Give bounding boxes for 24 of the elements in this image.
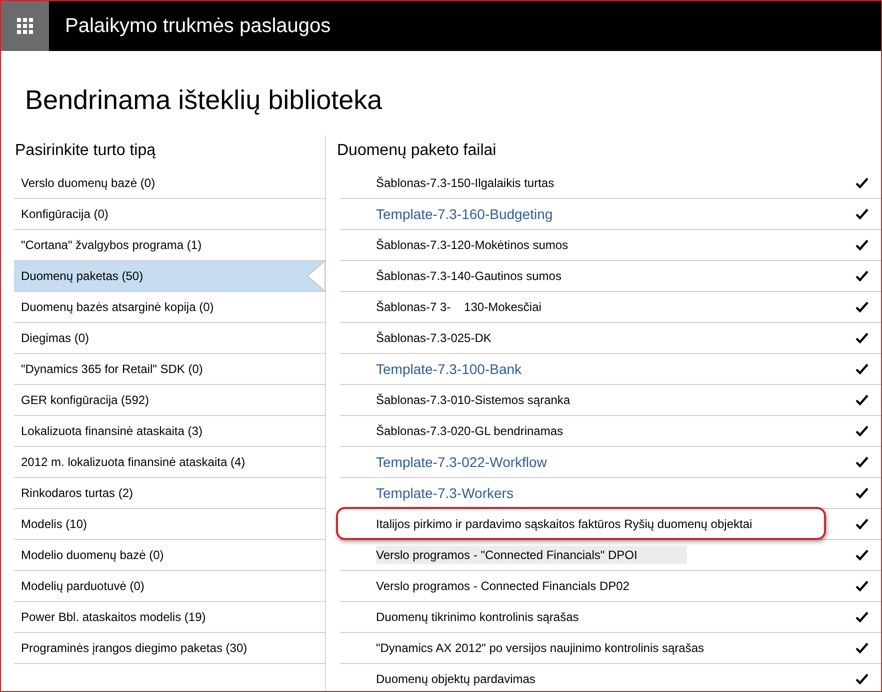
file-name: Italijos pirkimo ir pardavimo sąskaitos faktūros Ryšių duomenų objektai [376,516,752,533]
file-name: Duomenų tikrinimo kontrolinis sąrašas [376,609,579,626]
file-name: Šablonas-7.3-140-Gautinos sumos [376,268,562,285]
file-name: Šablonas-7.3-025-DK [376,330,492,347]
file-name: Šablonas-7.3-020-GL bendrinamas [376,423,564,440]
file-name: Verslo programos - "Connected Financials" DPOI [376,546,687,564]
file-name: Šablonas-7.3-120-Mokėtinos sumos [376,237,568,254]
file-link[interactable]: Template-7.3-100-Bank [376,360,522,378]
file-name: Šablonas-7.3-150-Ilgalaikis turtas [376,175,554,192]
file-name: "Dynamics AX 2012" po versijos naujinimo kontrolinis sąrašas [376,640,704,657]
page-title: Bendrinama išteklių biblioteka [25,84,382,116]
file-name: Verslo programos - Connected Financials DP02 [376,578,630,595]
file-name: Šablonas-7.3-010-Sistemos sąranka [376,392,570,409]
file-link[interactable]: Template-7.3-160-Budgeting [376,205,553,223]
package-files-heading: Duomenų paketo failai [337,141,496,161]
file-name: Šablonas-7 3- 130-Mokesčiai [376,299,542,316]
file-link[interactable]: Template-7.3-022-Workflow [376,453,547,471]
app-grid-icon [17,18,33,34]
file-link[interactable]: Template-7.3-Workers [376,484,514,502]
app-launcher-button[interactable] [1,1,49,51]
asset-type-heading: Pasirinkite turto tipą [15,141,156,161]
file-name: Duomenų objektų pardavimas [376,671,536,688]
asset-type-item[interactable]: Duomenų paketas (50) [14,261,325,292]
app-title: Palaikymo trukmės paslaugos [65,14,331,38]
